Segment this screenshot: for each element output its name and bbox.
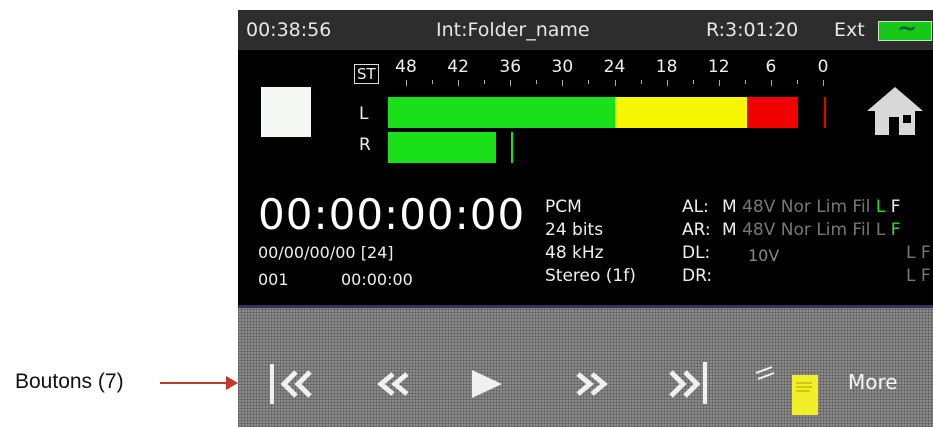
folder-name[interactable]: Int:Folder_name — [436, 19, 590, 41]
dl-input-level: 10V — [748, 246, 780, 265]
meter-left-red — [747, 97, 798, 128]
power-source-label: Ext — [834, 19, 865, 41]
home-icon[interactable] — [865, 85, 925, 137]
channel-left-label: L — [359, 104, 369, 124]
format-bits: 24 bits — [545, 220, 604, 240]
meter-tick — [562, 80, 564, 86]
recorder-screen: 00:38:56 Int:Folder_name R:3:01:20 Ext S… — [238, 10, 933, 427]
clock-time: 00:38:56 — [246, 19, 332, 41]
meter-ticks — [238, 80, 933, 88]
meter-left — [388, 97, 824, 128]
transport-button-bar: More — [238, 305, 933, 427]
take-duration: 00:00:00 — [341, 270, 413, 289]
meter-tick — [666, 80, 668, 86]
meter-scale-label: 24 — [603, 57, 626, 77]
meter-tick — [718, 80, 720, 86]
meter-scale-label: 30 — [551, 57, 574, 77]
meter-right-green — [388, 132, 496, 163]
notes-button[interactable] — [750, 328, 820, 418]
meter-tick — [536, 80, 538, 84]
status-bar: 00:38:56 Int:Folder_name R:3:01:20 Ext — [238, 10, 933, 50]
routing-row-dr[interactable]: DR: L F — [682, 265, 933, 288]
routing-row-al[interactable]: AL: M 48V Nor Lim Fil L F — [682, 196, 933, 219]
meter-tick — [823, 80, 824, 86]
meter-scale-label: 18 — [655, 57, 678, 77]
battery-ac-icon — [878, 14, 932, 42]
meter-tick — [614, 80, 616, 86]
meter-tick — [796, 80, 798, 84]
more-button[interactable]: More — [848, 370, 918, 427]
stop-indicator[interactable] — [261, 87, 311, 137]
routing-row-dl[interactable]: DL: L F — [682, 242, 933, 265]
meter-tick — [692, 80, 694, 84]
input-routing: AL: M 48V Nor Lim Fil L F AR: M 48V Nor Li… — [682, 196, 933, 288]
meter-scale-label: 6 — [765, 57, 777, 77]
meter-tick — [484, 80, 486, 84]
format-mode: Stereo (1f) — [545, 266, 636, 286]
skip-to-start-button[interactable] — [266, 352, 336, 412]
callout-arrow-head — [226, 376, 238, 390]
callout-arrow-line — [160, 382, 228, 384]
meter-left-green — [388, 97, 615, 128]
skip-to-end-button[interactable] — [663, 352, 723, 412]
user-bits: 00/00/00/00 [24] — [258, 243, 394, 262]
meter-scale: 48 42 36 30 24 18 12 6 0 — [238, 57, 933, 77]
meter-left-yellow — [615, 97, 747, 128]
meter-tick — [510, 80, 512, 86]
callout-annotation: Boutons (7) — [0, 362, 240, 402]
meter-scale-label: 42 — [447, 57, 469, 77]
timecode-display: 00:00:00:00 — [258, 190, 526, 239]
meter-scale-label: 0 — [817, 57, 829, 77]
routing-row-ar[interactable]: AR: M 48V Nor Lim Fil L F — [682, 219, 933, 242]
remaining-time: R:3:01:20 — [706, 19, 799, 41]
play-button[interactable] — [466, 352, 506, 412]
format-rate: 48 kHz — [545, 243, 604, 263]
rewind-button[interactable] — [371, 352, 421, 412]
format-codec: PCM — [545, 197, 582, 217]
meter-tick — [458, 80, 460, 86]
take-number: 001 — [258, 270, 289, 289]
meter-tick — [432, 80, 434, 84]
meter-right — [388, 132, 512, 163]
peak-right-indicator — [511, 132, 513, 163]
meter-tick — [744, 80, 746, 84]
callout-label: Boutons (7) — [15, 370, 124, 393]
meter-tick — [588, 80, 590, 84]
meter-tick — [640, 80, 642, 84]
fast-forward-button[interactable] — [566, 352, 616, 412]
meter-scale-label: 12 — [707, 57, 730, 77]
meter-tick — [770, 80, 772, 86]
meter-scale-label: 48 — [395, 57, 417, 77]
audio-format: PCM 24 bits 48 kHz Stereo (1f) — [545, 196, 636, 288]
meter-scale-label: 36 — [499, 57, 522, 77]
meter-tick — [406, 80, 407, 86]
peak-left-indicator — [824, 97, 826, 128]
channel-right-label: R — [359, 135, 371, 155]
